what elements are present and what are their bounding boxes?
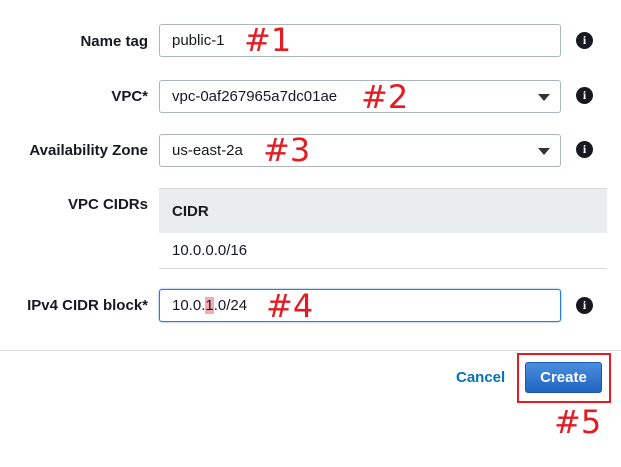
info-icon[interactable]: i (576, 141, 593, 158)
name-tag-label: Name tag (80, 33, 148, 50)
table-row: 10.0.0.0/16 (159, 233, 607, 269)
chevron-down-icon (538, 148, 550, 155)
chevron-down-icon (538, 94, 550, 101)
vpc-label: VPC* (111, 88, 148, 105)
vpc-cidrs-label: VPC CIDRs (67, 196, 148, 213)
ipv4-cidr-value-suffix: .0/24 (213, 297, 248, 314)
info-icon[interactable]: i (576, 87, 593, 104)
availability-zone-select[interactable]: us-east-2a (159, 134, 561, 167)
vpc-select[interactable]: vpc-0af267965a7dc01ae (159, 80, 561, 113)
ipv4-cidr-block-label: IPv4 CIDR block* (27, 297, 148, 314)
name-tag-value: public-1 (172, 32, 225, 49)
annotation-5: #5 (554, 403, 602, 441)
ipv4-cidr-value-highlight: 1 (205, 297, 214, 314)
annotation-3: #3 (263, 131, 311, 169)
ipv4-cidr-block-input[interactable]: 10.0.1.0/24 (159, 289, 561, 322)
cidr-column-header: CIDR (159, 188, 607, 233)
ipv4-cidr-value-prefix: 10.0. (172, 297, 206, 314)
info-icon[interactable]: i (576, 32, 593, 49)
availability-zone-value: us-east-2a (172, 142, 243, 159)
cancel-button[interactable]: Cancel (456, 369, 505, 386)
vpc-value: vpc-0af267965a7dc01ae (172, 88, 338, 105)
footer-divider (0, 350, 621, 351)
annotation-2: #2 (361, 78, 409, 116)
create-button[interactable]: Create (525, 362, 602, 393)
info-icon[interactable]: i (576, 297, 593, 314)
name-tag-input[interactable]: public-1 (159, 24, 561, 57)
availability-zone-label: Availability Zone (29, 142, 148, 159)
annotation-4: #4 (266, 287, 314, 325)
annotation-1: #1 (244, 21, 292, 59)
